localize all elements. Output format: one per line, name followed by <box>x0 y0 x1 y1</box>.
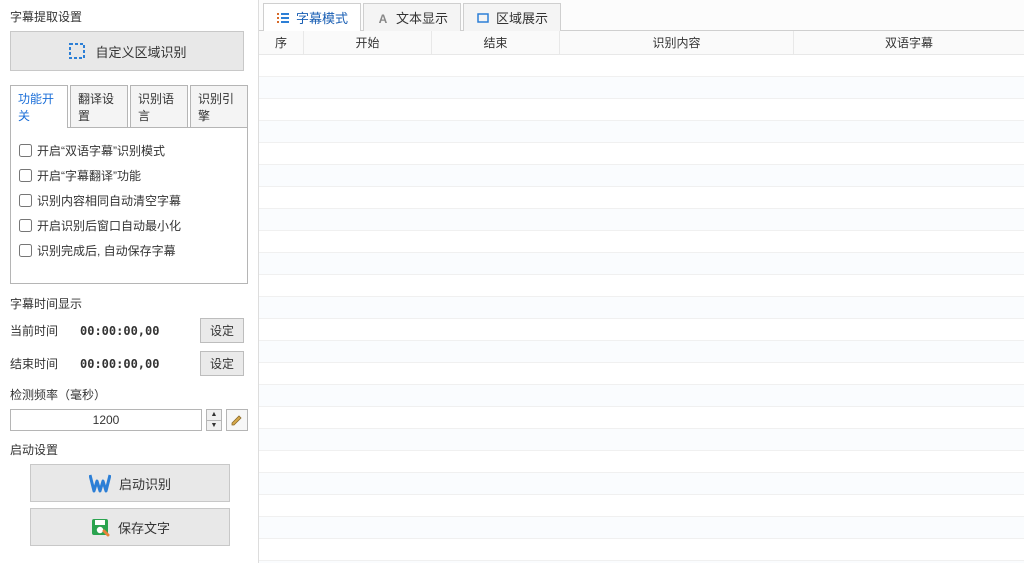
extract-section: 字幕提取设置 自定义区域识别 <box>10 8 248 71</box>
selection-rect-icon <box>67 41 87 61</box>
checkbox-clear-same[interactable]: 识别内容相同自动清空字幕 <box>19 188 239 213</box>
table-row[interactable] <box>259 341 1024 363</box>
freq-row: 1200 ▲ ▼ <box>10 409 248 431</box>
table-row[interactable] <box>259 231 1024 253</box>
tab-recognition-language[interactable]: 识别语言 <box>130 85 188 128</box>
w-icon <box>89 473 111 493</box>
table-row[interactable] <box>259 363 1024 385</box>
table-row[interactable] <box>259 143 1024 165</box>
current-time-label: 当前时间 <box>10 322 70 339</box>
checkbox-minimize-input[interactable] <box>19 219 32 232</box>
save-text-label: 保存文字 <box>118 518 170 537</box>
svg-text:A: A <box>379 12 388 25</box>
rect-icon <box>476 11 490 25</box>
start-recognition-label: 启动识别 <box>119 474 171 493</box>
tab-body: 开启“双语字幕”识别模式 开启“字幕翻译”功能 识别内容相同自动清空字幕 开启识… <box>10 127 248 284</box>
table-row[interactable] <box>259 187 1024 209</box>
tab-function-switch[interactable]: 功能开关 <box>10 85 68 128</box>
table-row[interactable] <box>259 319 1024 341</box>
tab-row: 功能开关 翻译设置 识别语言 识别引擎 <box>10 85 248 128</box>
table-area: 序 开始 结束 识别内容 双语字幕 <box>259 31 1024 563</box>
table-row[interactable] <box>259 165 1024 187</box>
table-row[interactable] <box>259 385 1024 407</box>
freq-title: 检测频率（毫秒） <box>10 386 248 403</box>
table-row[interactable] <box>259 539 1024 561</box>
save-text-button[interactable]: 保存文字 <box>30 508 230 546</box>
table-row[interactable] <box>259 517 1024 539</box>
col-end[interactable]: 结束 <box>432 31 560 55</box>
tab-region-display-label: 区域展示 <box>496 8 548 27</box>
freq-spinner[interactable]: ▲ ▼ <box>206 409 222 431</box>
table-row[interactable] <box>259 407 1024 429</box>
table-row[interactable] <box>259 77 1024 99</box>
tab-text-display-label: 文本显示 <box>396 8 448 27</box>
pencil-icon <box>230 413 244 427</box>
right-tab-row: 字幕模式 A 文本显示 区域展示 <box>259 0 1024 31</box>
right-panel: 字幕模式 A 文本显示 区域展示 序 开始 结束 识别内容 双语字幕 <box>258 0 1024 563</box>
time-title: 字幕时间显示 <box>10 295 248 312</box>
table-row[interactable] <box>259 451 1024 473</box>
checkbox-translate[interactable]: 开启“字幕翻译”功能 <box>19 163 239 188</box>
set-current-time-button[interactable]: 设定 <box>200 318 244 343</box>
checkbox-label: 识别内容相同自动清空字幕 <box>37 192 181 209</box>
checkbox-translate-input[interactable] <box>19 169 32 182</box>
start-recognition-button[interactable]: 启动识别 <box>30 464 230 502</box>
spinner-up-icon[interactable]: ▲ <box>207 410 221 421</box>
table-rows <box>259 55 1024 563</box>
table-row[interactable] <box>259 275 1024 297</box>
end-time-label: 结束时间 <box>10 355 70 372</box>
text-a-icon: A <box>376 11 390 25</box>
tab-region-display[interactable]: 区域展示 <box>463 3 561 31</box>
launch-section: 启动设置 启动识别 保存文字 <box>10 441 248 546</box>
custom-region-button[interactable]: 自定义区域识别 <box>10 31 244 71</box>
time-grid: 当前时间 00:00:00,00 设定 结束时间 00:00:00,00 设定 <box>10 318 248 376</box>
checkbox-bilingual-input[interactable] <box>19 144 32 157</box>
col-start[interactable]: 开始 <box>304 31 432 55</box>
tab-recognition-engine[interactable]: 识别引擎 <box>190 85 248 128</box>
custom-region-label: 自定义区域识别 <box>95 42 186 61</box>
checkbox-label: 识别完成后, 自动保存字幕 <box>37 242 176 259</box>
freq-section: 检测频率（毫秒） 1200 ▲ ▼ <box>10 386 248 431</box>
freq-input[interactable]: 1200 <box>10 409 202 431</box>
tab-text-display[interactable]: A 文本显示 <box>363 3 461 31</box>
time-section: 字幕时间显示 当前时间 00:00:00,00 设定 结束时间 00:00:00… <box>10 295 248 376</box>
left-panel: 字幕提取设置 自定义区域识别 功能开关 翻译设置 识别语言 识别引擎 开启“双语… <box>0 0 258 563</box>
col-bilingual[interactable]: 双语字幕 <box>794 31 1024 55</box>
table-row[interactable] <box>259 209 1024 231</box>
tab-subtitle-mode-label: 字幕模式 <box>296 8 348 27</box>
col-seq[interactable]: 序 <box>259 31 304 55</box>
end-time-value: 00:00:00,00 <box>80 357 190 371</box>
table-row[interactable] <box>259 473 1024 495</box>
set-end-time-button[interactable]: 设定 <box>200 351 244 376</box>
spinner-down-icon[interactable]: ▼ <box>207 421 221 431</box>
tab-subtitle-mode[interactable]: 字幕模式 <box>263 3 361 31</box>
checkbox-label: 开启识别后窗口自动最小化 <box>37 217 181 234</box>
launch-title: 启动设置 <box>10 441 248 458</box>
checkbox-label: 开启“字幕翻译”功能 <box>37 167 141 184</box>
checkbox-minimize[interactable]: 开启识别后窗口自动最小化 <box>19 213 239 238</box>
save-icon <box>90 517 110 537</box>
table-header: 序 开始 结束 识别内容 双语字幕 <box>259 31 1024 55</box>
table-row[interactable] <box>259 495 1024 517</box>
list-icon <box>276 11 290 25</box>
col-content[interactable]: 识别内容 <box>560 31 794 55</box>
table-row[interactable] <box>259 55 1024 77</box>
table-row[interactable] <box>259 253 1024 275</box>
table-row[interactable] <box>259 429 1024 451</box>
freq-edit-button[interactable] <box>226 409 248 431</box>
current-time-value: 00:00:00,00 <box>80 324 190 338</box>
checkbox-autosave[interactable]: 识别完成后, 自动保存字幕 <box>19 238 239 263</box>
table-row[interactable] <box>259 121 1024 143</box>
table-row[interactable] <box>259 99 1024 121</box>
checkbox-bilingual-mode[interactable]: 开启“双语字幕”识别模式 <box>19 138 239 163</box>
settings-tabs: 功能开关 翻译设置 识别语言 识别引擎 开启“双语字幕”识别模式 开启“字幕翻译… <box>10 85 248 285</box>
checkbox-clear-same-input[interactable] <box>19 194 32 207</box>
tab-translate-settings[interactable]: 翻译设置 <box>70 85 128 128</box>
extract-title: 字幕提取设置 <box>10 8 248 25</box>
table-row[interactable] <box>259 297 1024 319</box>
checkbox-label: 开启“双语字幕”识别模式 <box>37 142 165 159</box>
checkbox-autosave-input[interactable] <box>19 244 32 257</box>
